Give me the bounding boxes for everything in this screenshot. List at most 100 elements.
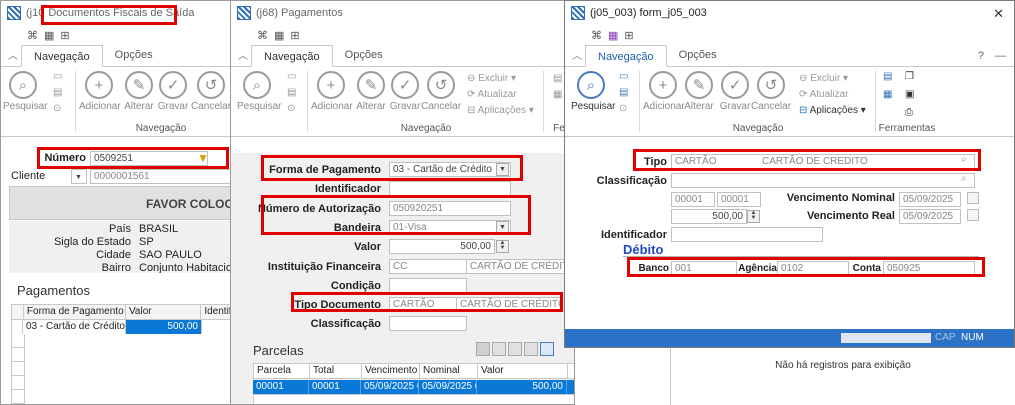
pesquisar-button[interactable]: ⌕ Pesquisar	[3, 71, 47, 112]
calendar-icon[interactable]: ▦	[274, 29, 284, 42]
calendar-icon[interactable]	[967, 192, 979, 204]
copy-icon[interactable]: ❐	[905, 71, 914, 82]
printer-icon[interactable]: ⎙	[905, 107, 913, 118]
gravar-button[interactable]: ✓ Gravar	[385, 71, 425, 112]
aplicacoes-button[interactable]: ⊟ Aplicações ▾	[799, 105, 866, 116]
gravar-button[interactable]: ✓ Gravar	[715, 71, 755, 112]
print-icon[interactable]: ▤	[287, 87, 296, 98]
collapse-chevron-icon[interactable]: ︿	[5, 48, 21, 66]
adicionar-button[interactable]: + Adicionar	[79, 71, 121, 112]
search-icon[interactable]: ⌕	[961, 154, 967, 165]
col-total[interactable]: Total	[310, 364, 362, 378]
calendar-icon[interactable]: ▦	[44, 29, 54, 42]
valor-field[interactable]: 500,00	[671, 209, 747, 224]
paste-icon[interactable]: ▣	[905, 89, 914, 100]
zoom-icon[interactable]	[540, 342, 554, 356]
collapse-chevron-icon[interactable]: ︿	[569, 48, 585, 66]
tab-navegacao[interactable]: Navegação	[21, 45, 103, 67]
dropdown-arrow-icon[interactable]: ▼	[496, 221, 509, 234]
gravar-button[interactable]: ✓ Gravar	[153, 71, 193, 112]
cancelar-button[interactable]: ↺ Cancelar	[191, 71, 231, 112]
collapse-chevron-icon[interactable]: ︿	[235, 48, 251, 66]
up-icon[interactable]: ⊙	[53, 103, 61, 114]
numero-field[interactable]: 0509251	[90, 151, 208, 166]
col-valor[interactable]: Valor	[478, 364, 568, 378]
table-row[interactable]: 00001 00001 05/09/2025 00 05/09/2025 00 …	[253, 380, 574, 394]
tab-opcoes[interactable]: Opções	[667, 44, 729, 66]
col-forma[interactable]: Forma de Pagamento	[24, 305, 126, 319]
calendar-icon[interactable]: ▦	[608, 29, 618, 42]
grid-icon[interactable]: ⊞	[290, 29, 299, 42]
tab-opcoes[interactable]: Opções	[333, 44, 395, 66]
up-icon[interactable]: ⊙	[619, 103, 627, 114]
print-icon[interactable]: ▤	[619, 87, 628, 98]
cliente-field[interactable]: 0000001561	[90, 169, 239, 184]
adicionar-button[interactable]: + Adicionar	[311, 71, 353, 112]
valor-field[interactable]: 500,00	[389, 239, 495, 254]
grid-icon[interactable]: ⊞	[60, 29, 69, 42]
stepper-icon[interactable]: ▲ ▼	[747, 210, 760, 223]
col-valor[interactable]: Valor	[126, 305, 202, 319]
pin-icon[interactable]: ⌘	[591, 29, 602, 42]
help-icon[interactable]: ?	[978, 50, 984, 62]
close-icon[interactable]: ✕	[993, 6, 1004, 22]
alterar-button[interactable]: ✎ Alterar	[679, 71, 719, 112]
minimize-ribbon-icon[interactable]: —	[995, 50, 1006, 62]
excluir-button[interactable]: ⊖ Excluir ▾	[799, 73, 848, 84]
instituicao-code[interactable]: CC	[389, 259, 467, 274]
export-icon[interactable]: ▭	[53, 71, 62, 82]
table-icon[interactable]: ▦	[553, 89, 562, 100]
export-icon[interactable]: ▭	[619, 71, 628, 82]
atualizar-button[interactable]: ⟳ Atualizar	[467, 89, 517, 100]
pesquisar-button[interactable]: ⌕ Pesquisar	[571, 71, 615, 112]
dropdown-arrow-icon[interactable]: ▼	[496, 163, 509, 176]
tipo-documento-code[interactable]: CARTÃO	[389, 297, 457, 312]
aplicacoes-button[interactable]: ⊟ Aplicações ▾	[467, 105, 534, 116]
tab-navegacao[interactable]: Navegação	[251, 45, 333, 67]
col-vencimento[interactable]: Vencimento	[362, 364, 420, 378]
export-icon[interactable]: ▭	[287, 71, 296, 82]
vencimento-real-field[interactable]: 05/09/2025	[899, 209, 961, 224]
filter-icon[interactable]: ▼	[197, 151, 209, 165]
identificador-field[interactable]	[671, 227, 823, 242]
bandeira-select[interactable]: 01-Visa	[389, 220, 511, 235]
up-icon[interactable]: ⊙	[287, 103, 295, 114]
vencimento-nominal-field[interactable]: 05/09/2025	[899, 192, 961, 207]
print-icon[interactable]: ▤	[53, 87, 62, 98]
agencia-field[interactable]: 0102	[777, 261, 849, 276]
tab-opcoes[interactable]: Opções	[103, 44, 165, 66]
col-nominal[interactable]: Nominal	[420, 364, 478, 378]
list-icon[interactable]: ▤	[553, 73, 562, 84]
codigo-2-field[interactable]: 00001	[717, 192, 761, 207]
numero-autorizacao-field[interactable]: 050920251	[389, 201, 511, 216]
stop-icon[interactable]	[476, 342, 490, 356]
tab-navegacao[interactable]: Navegação	[585, 45, 667, 67]
table-icon[interactable]: ▦	[883, 89, 892, 100]
cancelar-button[interactable]: ↺ Cancelar	[421, 71, 461, 112]
pin-icon[interactable]: ⌘	[27, 29, 38, 42]
identificador-field[interactable]	[389, 181, 511, 196]
classificacao-field[interactable]	[389, 316, 467, 331]
col-parcela[interactable]: Parcela	[254, 364, 310, 378]
excluir-button[interactable]: ⊖ Excluir ▾	[467, 73, 516, 84]
classificacao-field[interactable]	[671, 173, 975, 188]
cliente-dropdown[interactable]: ▼	[71, 169, 87, 184]
grid-icon[interactable]	[492, 342, 506, 356]
pesquisar-button[interactable]: ⌕ Pesquisar	[237, 71, 281, 112]
forma-select[interactable]: 03 - Cartão de Crédito	[389, 162, 511, 177]
codigo-1-field[interactable]: 00001	[671, 192, 715, 207]
pin-icon[interactable]: ⌘	[257, 29, 268, 42]
copy-icon[interactable]	[508, 342, 522, 356]
search-icon[interactable]: ⌕	[961, 173, 967, 184]
cancelar-button[interactable]: ↺ Cancelar	[751, 71, 791, 112]
table-row[interactable]: 03 - Cartão de Crédito 500,00	[11, 320, 239, 334]
grid-icon[interactable]: ⊞	[624, 29, 633, 42]
tipo-code[interactable]: CARTÃO	[671, 154, 759, 169]
scissors-icon[interactable]	[524, 342, 538, 356]
condicao-field[interactable]	[389, 278, 467, 293]
conta-field[interactable]: 050925	[883, 261, 975, 276]
report-icon[interactable]: ▤	[883, 71, 892, 82]
banco-field[interactable]: 001	[671, 261, 737, 276]
calendar-icon[interactable]	[967, 209, 979, 221]
stepper-icon[interactable]: ▲ ▼	[496, 240, 509, 253]
